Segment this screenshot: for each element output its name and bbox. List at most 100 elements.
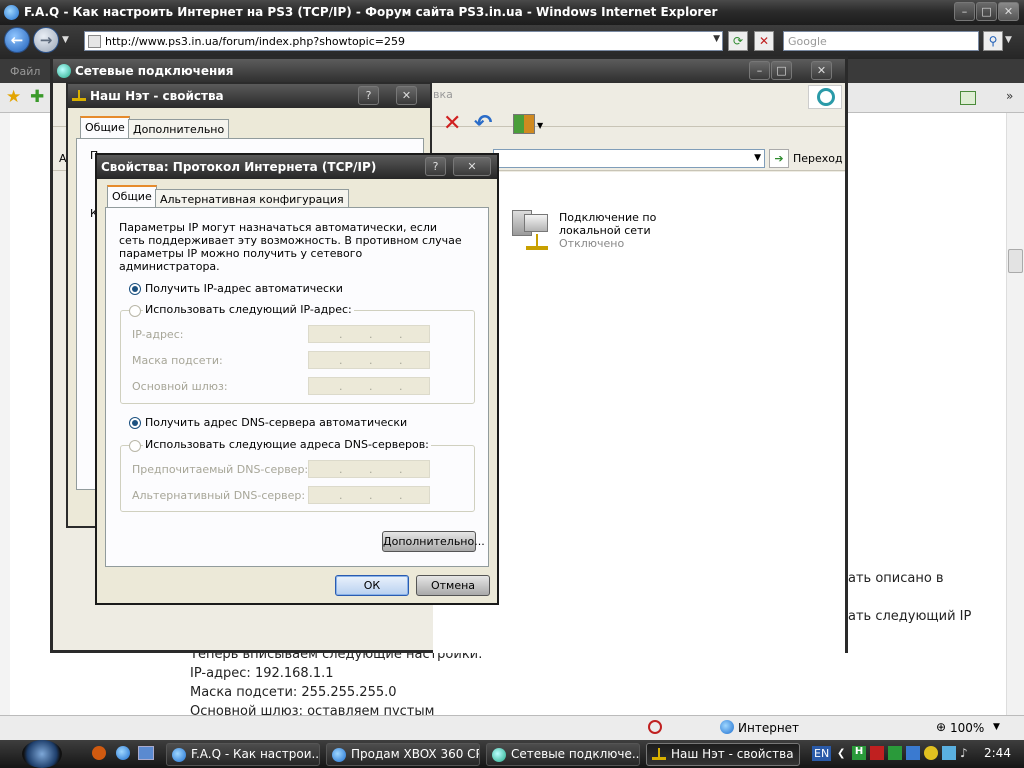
stop-icon[interactable]: ✕	[754, 31, 774, 51]
address-url[interactable]: http://www.ps3.in.ua/forum/index.php?sho…	[105, 35, 405, 48]
zoom-level[interactable]: 100%	[950, 721, 984, 735]
taskbar-item-ie2[interactable]: Продам XBOX 360 СР...	[326, 743, 480, 766]
netwin-title-bar: Сетевые подключения – □ ✕	[53, 59, 845, 83]
tray-app-icon[interactable]	[924, 746, 938, 760]
netwin-address-input[interactable]: ▼	[493, 149, 765, 168]
start-button[interactable]	[22, 740, 62, 768]
propwin-help-button[interactable]: ?	[358, 86, 379, 105]
page-text-line: ать следующий IP	[848, 609, 972, 624]
ok-button[interactable]: ОК	[335, 575, 409, 596]
taskbar-item-ie1[interactable]: F.A.Q - Как настрои...	[166, 743, 320, 766]
minimize-button[interactable]: –	[954, 2, 975, 21]
taskbar-item-properties[interactable]: Наш Нэт - свойства	[646, 743, 800, 766]
zoom-dropdown-icon[interactable]: ▼	[993, 722, 1000, 732]
alternate-dns-field[interactable]: ...	[308, 486, 430, 504]
lan-connection-icon[interactable]	[510, 210, 556, 254]
windows-logo-icon	[808, 85, 842, 109]
gateway-field[interactable]: ...	[308, 377, 430, 395]
internet-zone-icon	[720, 720, 734, 734]
auto-dns-radio[interactable]	[129, 417, 141, 429]
delete-icon[interactable]: ✕	[443, 111, 461, 136]
tab-advanced[interactable]: Дополнительно	[128, 119, 230, 139]
go-button[interactable]: Переход	[793, 152, 843, 165]
views-icon[interactable]	[513, 114, 535, 134]
scroll-thumb[interactable]	[1008, 249, 1023, 273]
close-button[interactable]: ✕	[998, 2, 1019, 21]
address-dropdown-icon[interactable]: ▼	[713, 34, 720, 44]
add-favorite-icon[interactable]: ✚	[30, 87, 44, 107]
advanced-button[interactable]: Дополнительно...	[382, 531, 485, 552]
alternate-dns-label: Альтернативный DNS-сервер:	[132, 489, 306, 502]
ie-status-bar: Интернет ⊕ 100% ▼	[0, 715, 1024, 740]
address-bar[interactable]: http://www.ps3.in.ua/forum/index.php?sho…	[84, 31, 723, 51]
page-text-line: IP-адрес: 192.168.1.1	[190, 666, 334, 681]
taskbar: F.A.Q - Как настрои... Продам XBOX 360 С…	[0, 740, 1024, 768]
ip-address-field[interactable]: ...	[308, 325, 430, 343]
tray-app-icon[interactable]	[906, 746, 920, 760]
zoom-icon[interactable]: ⊕	[936, 720, 946, 734]
netwin-title: Сетевые подключения	[75, 64, 234, 78]
search-options-icon[interactable]: ▼	[1005, 35, 1012, 45]
favorites-star-icon[interactable]: ★	[6, 87, 21, 107]
subnet-mask-field[interactable]: ...	[308, 351, 430, 369]
tray-app-icon[interactable]	[888, 746, 902, 760]
network-folder-icon	[57, 64, 71, 78]
language-indicator[interactable]: EN	[812, 746, 832, 761]
show-desktop-icon[interactable]	[138, 746, 154, 760]
subnet-mask-label: Маска подсети:	[132, 354, 223, 367]
netwin-close-button[interactable]: ✕	[811, 61, 832, 80]
ie-window-title: F.A.Q - Как настроить Интернет на PS3 (T…	[24, 5, 718, 19]
search-input[interactable]: Google	[783, 31, 979, 51]
auto-dns-label[interactable]: Получить адрес DNS-сервера автоматически	[145, 416, 407, 429]
quicklaunch-ie-icon[interactable]	[116, 746, 130, 760]
undo-icon[interactable]: ↶	[474, 111, 492, 136]
connection-name[interactable]: Подключение по локальной сети	[559, 211, 719, 237]
propwin-title-bar: Наш Нэт - свойства ? ✕	[68, 84, 430, 108]
maximize-button[interactable]: □	[976, 2, 997, 21]
netwin-minimize-button[interactable]: –	[749, 61, 770, 80]
refresh-icon[interactable]: ⟳	[728, 31, 748, 51]
ie-icon	[332, 748, 346, 762]
manual-ip-radio[interactable]	[129, 305, 141, 317]
tab-general[interactable]: Общие	[80, 116, 130, 139]
tab-view-icon[interactable]	[960, 91, 976, 105]
propwin-close-button[interactable]: ✕	[396, 86, 417, 105]
auto-ip-label[interactable]: Получить IP-адрес автоматически	[145, 282, 343, 295]
clock[interactable]: 2:44	[984, 746, 1011, 760]
favorites-overflow-icon[interactable]: »	[1006, 89, 1013, 103]
tcp-help-button[interactable]: ?	[425, 157, 446, 176]
manual-dns-label[interactable]: Использовать следующие адреса DNS-сервер…	[143, 438, 431, 451]
menu-file[interactable]: Файл	[10, 65, 40, 78]
tray-app-icon[interactable]	[870, 746, 884, 760]
netwin-maximize-button[interactable]: □	[771, 61, 792, 80]
network-folder-icon	[492, 748, 506, 762]
preferred-dns-field[interactable]: ...	[308, 460, 430, 478]
page-text-line: Маска подсети: 255.255.255.0	[190, 685, 397, 700]
quicklaunch-app-icon[interactable]	[92, 746, 106, 760]
back-button[interactable]: ←	[4, 27, 30, 53]
forward-button[interactable]: →	[33, 27, 59, 53]
page-scrollbar[interactable]	[1006, 113, 1024, 715]
search-icon[interactable]: ⚲	[983, 31, 1003, 51]
auto-ip-radio[interactable]	[129, 283, 141, 295]
taskbar-item-network[interactable]: Сетевые подключе...	[486, 743, 640, 766]
tray-app-icon[interactable]	[942, 746, 956, 760]
propwin-title: Наш Нэт - свойства	[90, 89, 224, 103]
popup-blocked-icon[interactable]	[648, 720, 662, 734]
cancel-button[interactable]: Отмена	[416, 575, 490, 596]
volume-icon[interactable]: ♪	[960, 746, 974, 760]
go-arrow-icon[interactable]: ➔	[769, 149, 789, 168]
tab-alternate-config[interactable]: Альтернативная конфигурация	[155, 189, 349, 209]
tray-app-icon[interactable]: H	[852, 746, 866, 760]
tab-general[interactable]: Общие	[107, 185, 157, 208]
tcp-close-button[interactable]: ✕	[453, 157, 491, 176]
toolbar-fragment: вка	[433, 88, 453, 101]
history-dropdown-icon[interactable]: ▼	[62, 35, 69, 45]
manual-dns-radio[interactable]	[129, 440, 141, 452]
address-dropdown-icon[interactable]: ▼	[754, 153, 761, 163]
manual-ip-label[interactable]: Использовать следующий IP-адрес:	[143, 303, 354, 316]
ie-icon	[172, 748, 186, 762]
tray-arrow-icon[interactable]: ❮	[837, 748, 845, 759]
security-zone-label: Интернет	[738, 721, 800, 735]
views-dropdown-icon[interactable]: ▼	[537, 121, 543, 130]
